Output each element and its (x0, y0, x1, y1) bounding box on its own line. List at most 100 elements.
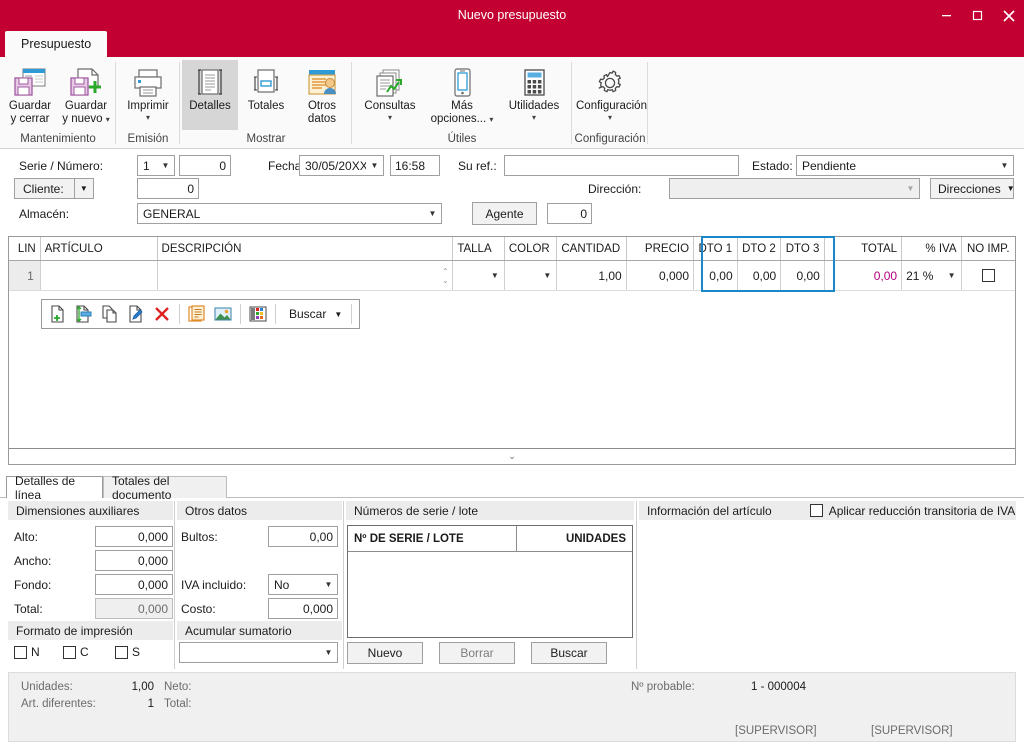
chevron-down-icon[interactable]: ▼ (320, 643, 337, 662)
save-and-close-button[interactable]: Guardar y cerrar (2, 60, 58, 130)
grid-col-total[interactable]: TOTAL (825, 237, 903, 260)
edit-line-icon[interactable] (124, 302, 148, 326)
chevron-down-icon[interactable]: ▾ (532, 113, 536, 122)
tab-presupuesto[interactable]: Presupuesto (5, 31, 108, 57)
almacen-combo[interactable]: GENERAL ▼ (137, 203, 442, 224)
grid-col-cantidad[interactable]: CANTIDAD (557, 237, 627, 260)
serial-borrar-button[interactable]: Borrar (439, 642, 515, 664)
new-line-icon[interactable] (46, 302, 70, 326)
cell-dto3[interactable]: 0,00 (781, 261, 825, 290)
cell-iva[interactable]: 21 % ▼ (902, 261, 962, 290)
serial-nuevo-button[interactable]: Nuevo (347, 642, 423, 664)
chevron-down-icon[interactable]: ▼ (424, 204, 441, 223)
agente-button[interactable]: Agente (472, 202, 537, 225)
chevron-down-icon[interactable]: ▼ (491, 271, 499, 280)
bultos-field[interactable]: 0,00 (268, 526, 338, 547)
queries-button[interactable]: Consultas ▾ (354, 60, 426, 130)
grid-collapse-handle[interactable]: ⌄ (9, 448, 1015, 464)
copy-line-icon[interactable] (98, 302, 122, 326)
grid-col-noimp[interactable]: NO IMP. (962, 237, 1015, 260)
cliente-button[interactable]: Cliente: ▼ (14, 178, 94, 199)
serial-buscar-button[interactable]: Buscar (531, 642, 607, 664)
settings-button[interactable]: Configuración ▾ (574, 60, 647, 130)
descripcion-spinner[interactable]: ⌃ ⌄ (438, 261, 453, 290)
grid-col-color[interactable]: COLOR (505, 237, 558, 260)
serie-combo[interactable]: 1 ▼ (137, 155, 175, 176)
grid-col-precio[interactable]: PRECIO (627, 237, 695, 260)
chevron-down-icon[interactable]: ▾ (489, 115, 493, 124)
cell-descripcion[interactable]: ⌃ ⌄ (157, 261, 454, 290)
colors-icon[interactable] (246, 302, 270, 326)
maximize-button[interactable] (962, 0, 993, 31)
table-row[interactable]: 1 ⌃⌄ ▼ ▼ 1,00 0,000 0,00 0,00 0,00 0,00 (9, 261, 1015, 291)
cell-dto2[interactable]: 0,00 (737, 261, 782, 290)
minimize-button[interactable] (931, 0, 962, 31)
cell-dto1[interactable]: 0,00 (694, 261, 738, 290)
grid-col-articulo[interactable]: ARTÍCULO (41, 237, 158, 260)
chevron-down-icon[interactable]: ▼ (1007, 184, 1021, 193)
aplicar-reduccion-checkbox[interactable] (809, 504, 823, 517)
formato-n-checkbox[interactable] (14, 645, 27, 659)
line-search-dropdown[interactable]: Buscar ▼ (281, 302, 346, 326)
grid-col-dto3[interactable]: DTO 3 (781, 237, 825, 260)
chevron-down-icon[interactable]: ▼ (320, 575, 337, 594)
delete-line-icon[interactable] (150, 302, 174, 326)
grid-col-iva[interactable]: % IVA (902, 237, 962, 260)
acumular-sumatorio-combo[interactable]: ▼ (179, 642, 338, 663)
insert-line-icon[interactable] (72, 302, 96, 326)
cell-cantidad[interactable]: 1,00 (557, 261, 627, 290)
ancho-field[interactable]: 0,000 (95, 550, 173, 571)
chevron-down-icon[interactable]: ▼ (948, 271, 956, 280)
utilities-button[interactable]: Utilidades ▾ (498, 60, 570, 130)
cell-talla[interactable]: ▼ (453, 261, 505, 290)
tab-totales-del-documento[interactable]: Totales del documento (103, 474, 227, 502)
iva-incluido-combo[interactable]: No ▼ (268, 574, 338, 595)
estado-combo[interactable]: Pendiente ▼ (796, 155, 1014, 176)
formato-check-n[interactable]: N (14, 645, 40, 659)
agente-code-field[interactable]: 0 (547, 203, 592, 224)
formato-check-s[interactable]: S (115, 645, 140, 659)
serial-numbers-table[interactable]: Nº DE SERIE / LOTE UNIDADES (347, 525, 633, 638)
details-button[interactable]: Detalles (182, 60, 238, 130)
direcciones-button[interactable]: Direcciones ▼ (930, 178, 1015, 199)
chevron-down-icon[interactable]: ▼ (996, 156, 1013, 175)
formato-s-checkbox[interactable] (115, 645, 128, 659)
grid-col-dto1[interactable]: DTO 1 (694, 237, 738, 260)
chevron-down-icon[interactable]: ▼ (543, 271, 551, 280)
fecha-datepicker[interactable]: 30/05/20XX ▼ (299, 155, 384, 176)
image-icon[interactable] (211, 302, 235, 326)
chevron-down-icon[interactable]: ▼ (75, 184, 93, 193)
grid-col-lin[interactable]: LIN (9, 237, 41, 260)
no-imp-checkbox[interactable] (981, 269, 995, 282)
chevron-down-icon[interactable]: ▾ (106, 115, 110, 124)
more-options-button[interactable]: Más opciones... ▾ (426, 60, 498, 130)
cell-color[interactable]: ▼ (504, 261, 558, 290)
chevron-down-icon[interactable]: ▾ (608, 113, 612, 122)
totals-button[interactable]: Totales (238, 60, 294, 130)
close-button[interactable] (993, 0, 1024, 31)
hora-field[interactable]: 16:58 (390, 155, 440, 176)
cliente-code-field[interactable]: 0 (137, 178, 199, 199)
save-and-new-button[interactable]: Guardar y nuevo ▾ (58, 60, 114, 130)
chevron-down-icon[interactable]: ▾ (388, 113, 392, 122)
direccion-combo[interactable]: ▼ (669, 178, 920, 199)
other-data-button[interactable]: Otros datos (294, 60, 350, 130)
grid-col-dto2[interactable]: DTO 2 (738, 237, 782, 260)
grid-col-descripcion[interactable]: DESCRIPCIÓN (158, 237, 454, 260)
fondo-field[interactable]: 0,000 (95, 574, 173, 595)
numero-field[interactable]: 0 (179, 155, 231, 176)
alto-field[interactable]: 0,000 (95, 526, 173, 547)
cell-articulo[interactable] (40, 261, 158, 290)
chevron-down-icon[interactable]: ▼ (902, 179, 919, 198)
grid-col-talla[interactable]: TALLA (453, 237, 505, 260)
chevron-down-icon[interactable]: ▾ (146, 113, 150, 122)
chevron-down-icon[interactable]: ▼ (334, 310, 342, 319)
costo-field[interactable]: 0,000 (268, 598, 338, 619)
notes-icon[interactable] (185, 302, 209, 326)
chevron-down-icon[interactable]: ▼ (366, 156, 383, 175)
formato-c-checkbox[interactable] (63, 645, 76, 659)
cell-precio[interactable]: 0,000 (626, 261, 695, 290)
formato-check-c[interactable]: C (63, 645, 89, 659)
chevron-down-icon[interactable]: ▼ (157, 156, 174, 175)
su-ref-field[interactable] (504, 155, 739, 176)
